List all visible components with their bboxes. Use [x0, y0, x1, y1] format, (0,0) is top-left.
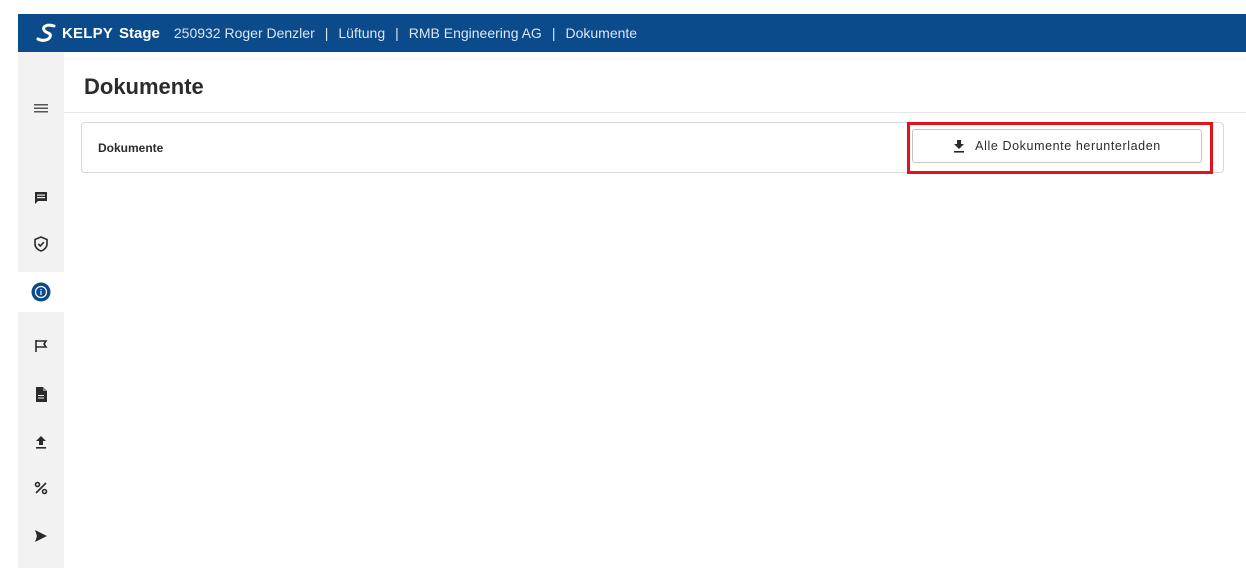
download-icon — [954, 140, 965, 153]
card-title: Dokumente — [98, 141, 164, 155]
stage-label: Stage — [119, 24, 160, 42]
document-icon — [36, 386, 47, 402]
sidebar-item-send[interactable] — [18, 516, 64, 556]
sidebar-item-documents[interactable] — [18, 374, 64, 414]
logo-text: KELPY — [62, 24, 114, 42]
comment-icon — [35, 192, 47, 204]
title-divider — [64, 112, 1246, 113]
breadcrumb-current: Dokumente — [565, 25, 638, 41]
send-icon — [35, 530, 47, 542]
sidebar-item-upload[interactable] — [18, 422, 64, 462]
top-bar: KELPY Stage 250932 Roger Denzler | Lüftu… — [0, 0, 1246, 52]
sidebar-item-comments[interactable] — [18, 178, 64, 218]
download-all-documents-button[interactable]: Alle Dokumente herunterladen — [912, 129, 1202, 163]
sidebar-item-percent[interactable] — [18, 468, 64, 508]
sidebar-item-verification[interactable] — [18, 224, 64, 264]
upload-icon — [36, 436, 46, 449]
main-content: Dokumente Dokumente Alle Dokumente herun… — [64, 52, 1246, 568]
sidebar-item-milestones[interactable] — [18, 326, 64, 366]
breadcrumb-company[interactable]: RMB Engineering AG — [409, 25, 542, 41]
page-title: Dokumente — [84, 74, 204, 99]
menu-toggle-button[interactable] — [18, 88, 64, 128]
app-logo[interactable]: KELPY Stage — [36, 23, 160, 43]
download-button-label: Alle Dokumente herunterladen — [975, 139, 1161, 153]
kelpy-logo-icon — [36, 23, 56, 42]
info-icon — [31, 282, 51, 302]
breadcrumb-separator: | — [551, 25, 556, 41]
flag-icon — [35, 340, 48, 352]
breadcrumb: 250932 Roger Denzler | Lüftung | RMB Eng… — [174, 25, 637, 41]
shield-check-icon — [34, 236, 48, 252]
breadcrumb-separator: | — [324, 25, 329, 41]
breadcrumb-discipline[interactable]: Lüftung — [338, 25, 385, 41]
sidebar — [18, 52, 64, 568]
sidebar-item-info[interactable] — [18, 272, 64, 312]
header: KELPY Stage 250932 Roger Denzler | Lüftu… — [18, 14, 1246, 52]
percent-icon — [34, 481, 48, 495]
breadcrumb-separator: | — [395, 25, 399, 41]
breadcrumb-project[interactable]: 250932 Roger Denzler — [174, 25, 315, 41]
menu-icon — [34, 104, 48, 113]
